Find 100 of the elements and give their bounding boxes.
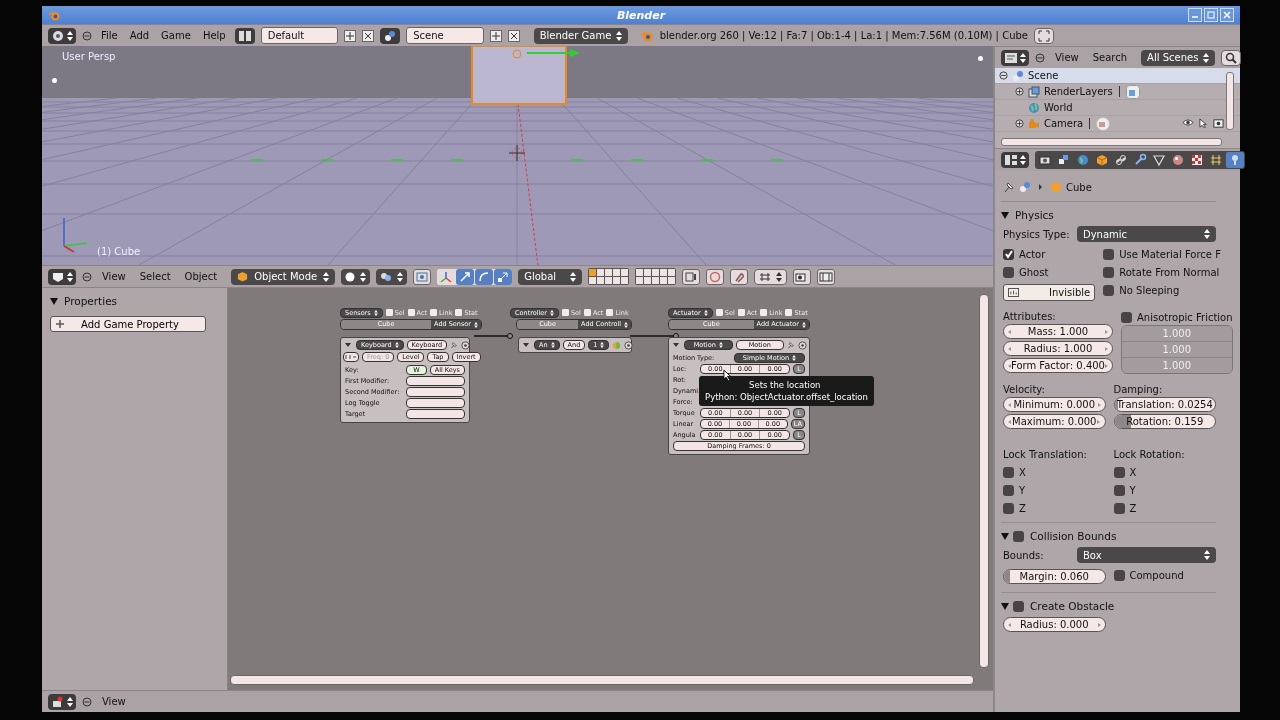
add-game-property-button[interactable]: Add Game Property bbox=[50, 316, 206, 332]
screen-layout-button[interactable] bbox=[234, 27, 255, 44]
scrollbar[interactable] bbox=[1226, 72, 1234, 130]
expand-icon[interactable] bbox=[1015, 119, 1024, 128]
close-icon[interactable] bbox=[507, 29, 520, 42]
checkbox[interactable] bbox=[1013, 600, 1024, 612]
scene-button[interactable] bbox=[380, 27, 401, 44]
display-mode-dropdown[interactable]: All Scenes bbox=[1141, 49, 1216, 66]
render-icon[interactable] bbox=[1213, 118, 1224, 129]
pin-icon[interactable] bbox=[1003, 181, 1015, 193]
editor-type-button[interactable] bbox=[48, 693, 76, 710]
panel-title[interactable]: Collision Bounds bbox=[1030, 530, 1117, 542]
editor-type-button[interactable] bbox=[1001, 49, 1029, 66]
scrollbar[interactable] bbox=[979, 294, 989, 668]
render-layer-button[interactable] bbox=[682, 268, 701, 285]
fullscreen-button[interactable] bbox=[1034, 27, 1054, 44]
checkbox[interactable]: Z bbox=[1003, 502, 1106, 514]
menu-item[interactable]: View bbox=[1051, 52, 1083, 63]
menu-item[interactable]: Object bbox=[180, 271, 222, 282]
slider[interactable]: Rotation: 0.159 bbox=[1113, 414, 1216, 429]
scrollbar[interactable] bbox=[1001, 138, 1222, 146]
slider[interactable]: Margin: 0.060 bbox=[1003, 569, 1106, 584]
text-field[interactable] bbox=[406, 387, 465, 397]
checkbox[interactable]: Y bbox=[1003, 484, 1106, 496]
add-icon[interactable] bbox=[344, 29, 357, 42]
invisible-toggle[interactable]: Invisible bbox=[1003, 284, 1096, 301]
bounds-dropdown[interactable]: Box bbox=[1077, 547, 1216, 563]
editor-type-button[interactable] bbox=[1001, 152, 1029, 168]
render-image-button[interactable] bbox=[793, 268, 812, 285]
outliner-item[interactable]: Scene bbox=[995, 68, 1240, 84]
slider[interactable]: Translation: 0.0254 bbox=[1113, 397, 1216, 412]
scene-field[interactable]: Scene bbox=[406, 27, 484, 44]
collapse-triangle-icon[interactable] bbox=[673, 343, 679, 347]
checkbox[interactable]: Rotate From Normal bbox=[1103, 266, 1221, 278]
checkbox[interactable] bbox=[1013, 530, 1024, 542]
checkbox[interactable]: Y bbox=[1113, 484, 1216, 496]
menu-item[interactable]: Add bbox=[126, 30, 153, 41]
render-animation-button[interactable] bbox=[817, 268, 836, 285]
collapse-triangle-icon[interactable] bbox=[345, 343, 351, 347]
cursor-icon[interactable] bbox=[1199, 118, 1208, 129]
editor-type-button[interactable] bbox=[48, 268, 76, 285]
text-field[interactable] bbox=[406, 409, 465, 419]
checkbox[interactable]: X bbox=[1003, 466, 1106, 478]
menu-item[interactable]: Select bbox=[135, 271, 175, 282]
menu-item[interactable]: File bbox=[98, 30, 121, 41]
collapse-triangle-icon[interactable] bbox=[523, 343, 529, 347]
checkbox[interactable]: X bbox=[1113, 466, 1216, 478]
physics-type-dropdown[interactable]: Dynamic bbox=[1077, 226, 1216, 242]
expand-icon[interactable] bbox=[1015, 87, 1024, 96]
checkbox[interactable]: Anisotropic Friction bbox=[1121, 311, 1233, 323]
menu-item[interactable]: Search bbox=[1088, 52, 1132, 63]
pulse-toggle-button[interactable] bbox=[343, 352, 359, 362]
mesh-tab[interactable] bbox=[1150, 152, 1168, 168]
checkbox[interactable]: No Sleeping bbox=[1103, 284, 1221, 296]
close-icon[interactable] bbox=[362, 29, 375, 42]
close-button[interactable] bbox=[1220, 8, 1234, 22]
settings-icon[interactable] bbox=[624, 340, 634, 350]
rotate-button[interactable] bbox=[475, 268, 494, 285]
translate-button[interactable] bbox=[456, 268, 475, 285]
panel-title[interactable]: Create Obstacle bbox=[1030, 600, 1115, 612]
menu-item[interactable]: View bbox=[98, 696, 130, 707]
panel-title[interactable]: Properties bbox=[64, 295, 118, 307]
scrollbar[interactable] bbox=[230, 675, 974, 685]
number-field[interactable]: Radius: 1.000 bbox=[1003, 341, 1113, 356]
region-handle-icon[interactable] bbox=[52, 78, 57, 83]
menu-item[interactable]: Game bbox=[158, 30, 194, 41]
number-field[interactable]: Form Factor: 0.400 bbox=[1003, 358, 1113, 373]
manipulator-button[interactable] bbox=[413, 268, 432, 285]
checkbox[interactable]: Use Material Force F bbox=[1103, 248, 1221, 260]
editor-type-button[interactable] bbox=[48, 27, 76, 44]
number-field[interactable]: Mass: 1.000 bbox=[1003, 324, 1113, 339]
settings-icon[interactable] bbox=[798, 340, 807, 350]
collapse-icon[interactable] bbox=[82, 696, 92, 707]
orientation-dropdown[interactable]: Global bbox=[518, 268, 583, 285]
text-field[interactable] bbox=[406, 376, 465, 386]
number-field[interactable]: Maximum: 0.000 bbox=[1003, 414, 1106, 429]
text-field[interactable] bbox=[406, 398, 465, 408]
checkbox[interactable]: Actor bbox=[1003, 248, 1096, 260]
layer-grid[interactable] bbox=[635, 268, 677, 285]
panel-title[interactable]: Physics bbox=[1015, 209, 1054, 221]
screen-layout-field[interactable]: Default bbox=[260, 27, 339, 44]
disclosure-triangle-icon[interactable] bbox=[1001, 211, 1009, 219]
proportional-edit-button[interactable] bbox=[706, 268, 725, 285]
shading-dropdown[interactable] bbox=[341, 268, 371, 285]
render-engine-dropdown[interactable]: Blender Game bbox=[533, 27, 628, 44]
add-icon[interactable] bbox=[489, 29, 502, 42]
settings-icon[interactable] bbox=[461, 340, 471, 350]
checkbox[interactable]: Compound bbox=[1113, 569, 1216, 581]
checkbox[interactable]: Z bbox=[1113, 502, 1216, 514]
disclosure-triangle-icon[interactable] bbox=[50, 297, 58, 305]
menu-item[interactable]: Help bbox=[199, 30, 229, 41]
layer-grid[interactable] bbox=[588, 268, 630, 285]
checkbox[interactable]: Ghost bbox=[1003, 266, 1096, 278]
eye-icon[interactable] bbox=[1182, 118, 1194, 127]
number-field[interactable]: Radius: 0.000 bbox=[1003, 617, 1106, 632]
collapse-icon[interactable] bbox=[1035, 52, 1045, 63]
search-button[interactable] bbox=[1221, 49, 1242, 66]
region-handle-icon[interactable] bbox=[978, 56, 983, 61]
snap-button[interactable] bbox=[730, 268, 749, 285]
mode-dropdown[interactable]: Object Mode bbox=[231, 268, 336, 285]
